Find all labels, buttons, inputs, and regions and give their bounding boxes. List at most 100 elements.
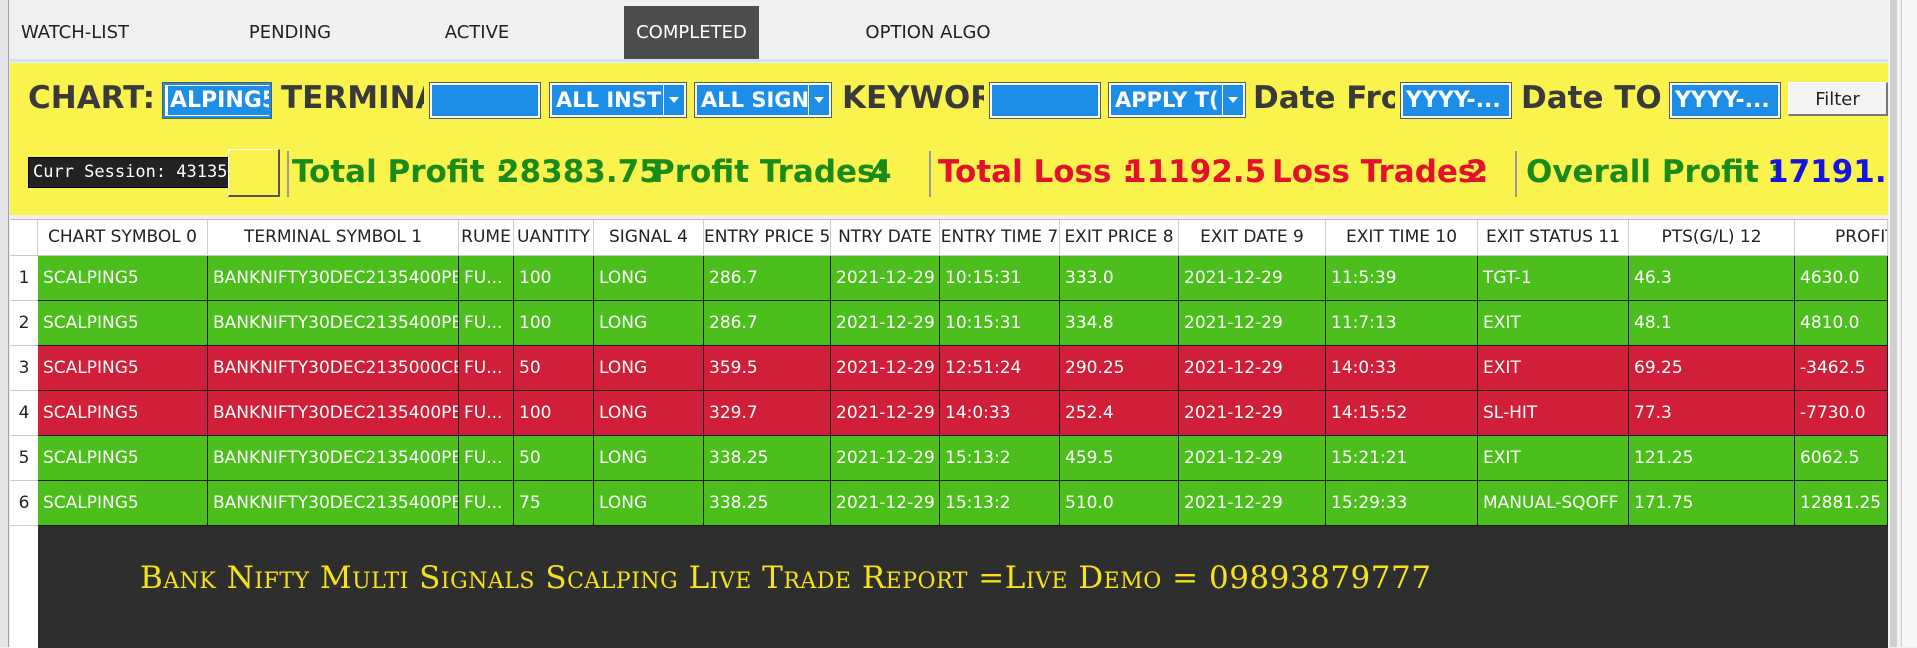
- exit-price-cell[interactable]: 252.4: [1060, 391, 1179, 436]
- column-header[interactable]: PROFIT: [1795, 220, 1888, 255]
- profit-cell[interactable]: 6062.5: [1795, 436, 1888, 481]
- profit-cell[interactable]: -7730.0: [1795, 391, 1888, 436]
- terminal-symbol-cell[interactable]: BANKNIFTY30DEC2135000CE: [208, 346, 459, 391]
- entry-date-cell[interactable]: 2021-12-29: [831, 346, 940, 391]
- points-cell[interactable]: 77.3: [1629, 391, 1795, 436]
- entry-price-cell[interactable]: 359.5: [704, 346, 831, 391]
- entry-date-cell[interactable]: 2021-12-29: [831, 256, 940, 301]
- points-cell[interactable]: 121.25: [1629, 436, 1795, 481]
- entry-price-cell[interactable]: 338.25: [704, 481, 831, 526]
- entry-date-cell[interactable]: 2021-12-29: [831, 391, 940, 436]
- quantity-cell[interactable]: 50: [514, 436, 594, 481]
- chart-symbol-cell[interactable]: SCALPING5: [38, 391, 208, 436]
- column-header[interactable]: EXIT TIME 10: [1326, 220, 1478, 255]
- entry-price-cell[interactable]: 329.7: [704, 391, 831, 436]
- signal-cell[interactable]: LONG: [594, 481, 704, 526]
- signal-cell[interactable]: LONG: [594, 301, 704, 346]
- exit-time-cell[interactable]: 11:7:13: [1326, 301, 1478, 346]
- exit-price-cell[interactable]: 333.0: [1060, 256, 1179, 301]
- tab-pending[interactable]: PENDING: [225, 6, 355, 59]
- instrument-cell[interactable]: FU...: [459, 391, 514, 436]
- exit-price-cell[interactable]: 510.0: [1060, 481, 1179, 526]
- instrument-cell[interactable]: FU...: [459, 256, 514, 301]
- quantity-cell[interactable]: 100: [514, 301, 594, 346]
- terminal-symbol-cell[interactable]: BANKNIFTY30DEC2135400PE: [208, 301, 459, 346]
- column-header[interactable]: ENTRY TIME 7: [940, 220, 1060, 255]
- column-header[interactable]: RUME: [459, 220, 514, 255]
- exit-status-cell[interactable]: EXIT: [1478, 436, 1629, 481]
- signal-select[interactable]: ALL SIGN: [694, 82, 832, 118]
- instrument-cell[interactable]: FU...: [459, 436, 514, 481]
- column-header[interactable]: EXIT DATE 9: [1179, 220, 1326, 255]
- signal-cell[interactable]: LONG: [594, 436, 704, 481]
- exit-date-cell[interactable]: 2021-12-29: [1179, 346, 1326, 391]
- points-cell[interactable]: 46.3: [1629, 256, 1795, 301]
- quantity-cell[interactable]: 100: [514, 391, 594, 436]
- apply-to-select[interactable]: APPLY T(: [1108, 82, 1246, 118]
- exit-price-cell[interactable]: 459.5: [1060, 436, 1179, 481]
- chart-symbol-cell[interactable]: SCALPING5: [38, 301, 208, 346]
- exit-date-cell[interactable]: 2021-12-29: [1179, 256, 1326, 301]
- quantity-cell[interactable]: 100: [514, 256, 594, 301]
- profit-cell[interactable]: 4810.0: [1795, 301, 1888, 346]
- instrument-cell[interactable]: FU...: [459, 346, 514, 391]
- entry-time-cell[interactable]: 15:13:2: [940, 481, 1060, 526]
- exit-status-cell[interactable]: TGT-1: [1478, 256, 1629, 301]
- column-header[interactable]: EXIT PRICE 8: [1060, 220, 1179, 255]
- points-cell[interactable]: 171.75: [1629, 481, 1795, 526]
- profit-cell[interactable]: 4630.0: [1795, 256, 1888, 301]
- exit-status-cell[interactable]: EXIT: [1478, 301, 1629, 346]
- chart-symbol-cell[interactable]: SCALPING5: [38, 346, 208, 391]
- exit-date-cell[interactable]: 2021-12-29: [1179, 436, 1326, 481]
- date-from-input[interactable]: YYYY-...: [1400, 82, 1512, 119]
- terminal-symbol-cell[interactable]: BANKNIFTY30DEC2135400PE: [208, 481, 459, 526]
- points-cell[interactable]: 48.1: [1629, 301, 1795, 346]
- signal-cell[interactable]: LONG: [594, 391, 704, 436]
- entry-time-cell[interactable]: 12:51:24: [940, 346, 1060, 391]
- vertical-scrollbar[interactable]: [1901, 0, 1917, 647]
- exit-time-cell[interactable]: 14:15:52: [1326, 391, 1478, 436]
- column-header[interactable]: ENTRY PRICE 5: [704, 220, 831, 255]
- keyword-input[interactable]: [989, 82, 1101, 119]
- entry-time-cell[interactable]: 10:15:31: [940, 256, 1060, 301]
- column-header[interactable]: TERMINAL SYMBOL 1: [208, 220, 459, 255]
- quantity-cell[interactable]: 75: [514, 481, 594, 526]
- tab-completed[interactable]: COMPLETED: [624, 6, 759, 59]
- instrument-cell[interactable]: FU...: [459, 481, 514, 526]
- chart-symbol-cell[interactable]: SCALPING5: [38, 436, 208, 481]
- entry-time-cell[interactable]: 14:0:33: [940, 391, 1060, 436]
- entry-price-cell[interactable]: 286.7: [704, 256, 831, 301]
- table-row[interactable]: 6 SCALPING5 BANKNIFTY30DEC2135400PE FU... 75…: [10, 481, 1888, 526]
- exit-price-cell[interactable]: 290.25: [1060, 346, 1179, 391]
- table-row[interactable]: 5 SCALPING5 BANKNIFTY30DEC2135400PE FU... 50…: [10, 436, 1888, 481]
- exit-date-cell[interactable]: 2021-12-29: [1179, 391, 1326, 436]
- exit-time-cell[interactable]: 14:0:33: [1326, 346, 1478, 391]
- entry-time-cell[interactable]: 10:15:31: [940, 301, 1060, 346]
- instrument-cell[interactable]: FU...: [459, 301, 514, 346]
- exit-status-cell[interactable]: SL-HIT: [1478, 391, 1629, 436]
- entry-date-cell[interactable]: 2021-12-29: [831, 436, 940, 481]
- column-header[interactable]: PTS(G/L) 12: [1629, 220, 1795, 255]
- exit-time-cell[interactable]: 15:21:21: [1326, 436, 1478, 481]
- column-header[interactable]: NTRY DATE: [831, 220, 940, 255]
- entry-price-cell[interactable]: 338.25: [704, 436, 831, 481]
- tab-option-algo[interactable]: OPTION ALGO: [853, 6, 1003, 59]
- exit-time-cell[interactable]: 11:5:39: [1326, 256, 1478, 301]
- points-cell[interactable]: 69.25: [1629, 346, 1795, 391]
- entry-date-cell[interactable]: 2021-12-29: [831, 301, 940, 346]
- date-to-input[interactable]: YYYY-...: [1669, 82, 1781, 119]
- signal-cell[interactable]: LONG: [594, 256, 704, 301]
- entry-price-cell[interactable]: 286.7: [704, 301, 831, 346]
- column-header[interactable]: EXIT STATUS 11: [1478, 220, 1629, 255]
- tab-watch-list[interactable]: WATCH-LIST: [10, 6, 140, 59]
- exit-price-cell[interactable]: 334.8: [1060, 301, 1179, 346]
- entry-time-cell[interactable]: 15:13:2: [940, 436, 1060, 481]
- filter-button[interactable]: Filter: [1788, 82, 1888, 116]
- column-header[interactable]: SIGNAL 4: [594, 220, 704, 255]
- table-row[interactable]: 2 SCALPING5 BANKNIFTY30DEC2135400PE FU... 10…: [10, 301, 1888, 346]
- chart-symbol-input[interactable]: ALPING5: [162, 82, 272, 119]
- exit-status-cell[interactable]: EXIT: [1478, 346, 1629, 391]
- exit-date-cell[interactable]: 2021-12-29: [1179, 481, 1326, 526]
- entry-date-cell[interactable]: 2021-12-29: [831, 481, 940, 526]
- terminal-symbol-cell[interactable]: BANKNIFTY30DEC2135400PE: [208, 391, 459, 436]
